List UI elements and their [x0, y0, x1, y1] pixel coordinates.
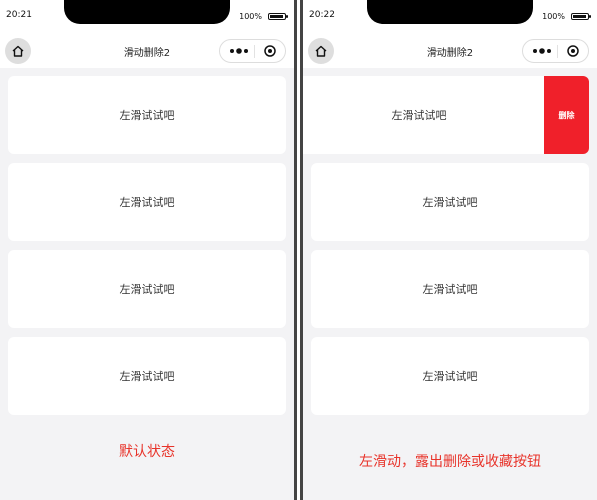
list-item-label: 左滑试试吧 [119, 196, 175, 209]
close-miniprogram-icon[interactable] [264, 45, 276, 57]
caption: 左滑动，露出删除或收藏按钮 [359, 454, 541, 470]
list-item-label: 左滑试试吧 [391, 109, 447, 122]
capsule-divider [254, 45, 255, 58]
right-phone-screen: 20:22 100% 滑动删除2 左滑试试吧 删除 左滑试试吧 左滑试试吧 左滑… [303, 0, 597, 500]
left-phone-screen: 20:21 100% 滑动删除2 左滑试试吧 左滑试试吧 左滑试试吧 左滑试试吧… [0, 0, 294, 500]
list-item-label: 左滑试试吧 [119, 370, 175, 383]
nav-bar: 滑动删除2 [0, 34, 294, 68]
list-item-label: 左滑试试吧 [119, 109, 175, 122]
list-item[interactable]: 左滑试试吧 [8, 250, 286, 328]
list-item-swiped[interactable]: 左滑试试吧 [303, 76, 545, 154]
list-item[interactable]: 左滑试试吧 [311, 163, 589, 241]
list-item-label: 左滑试试吧 [119, 283, 175, 296]
list-item[interactable]: 左滑试试吧 [8, 76, 286, 154]
status-bar: 20:22 100% [303, 0, 597, 34]
list-item-label: 左滑试试吧 [422, 283, 478, 296]
caption: 默认状态 [119, 444, 175, 460]
capsule-divider [557, 45, 558, 58]
more-icon[interactable] [229, 46, 249, 56]
battery-icon [268, 13, 288, 20]
status-time: 20:22 [309, 10, 335, 20]
close-miniprogram-icon[interactable] [567, 45, 579, 57]
list-item-label: 左滑试试吧 [422, 196, 478, 209]
list-item[interactable]: 左滑试试吧 [311, 337, 589, 415]
menu-capsule [219, 39, 286, 63]
list-item[interactable]: 左滑试试吧 [311, 250, 589, 328]
list-item-label: 左滑试试吧 [422, 370, 478, 383]
camera-notch [64, 0, 230, 24]
status-bar: 20:21 100% [0, 0, 294, 34]
list-item[interactable]: 左滑试试吧 [8, 163, 286, 241]
list-item[interactable]: 左滑试试吧 [8, 337, 286, 415]
nav-bar: 滑动删除2 [303, 34, 597, 68]
battery-percent: 100% [542, 12, 565, 21]
status-time: 20:21 [6, 10, 32, 20]
battery-percent: 100% [239, 12, 262, 21]
delete-button[interactable]: 删除 [544, 76, 589, 154]
battery-icon [571, 13, 591, 20]
camera-notch [367, 0, 533, 24]
menu-capsule [522, 39, 589, 63]
more-icon[interactable] [532, 46, 552, 56]
